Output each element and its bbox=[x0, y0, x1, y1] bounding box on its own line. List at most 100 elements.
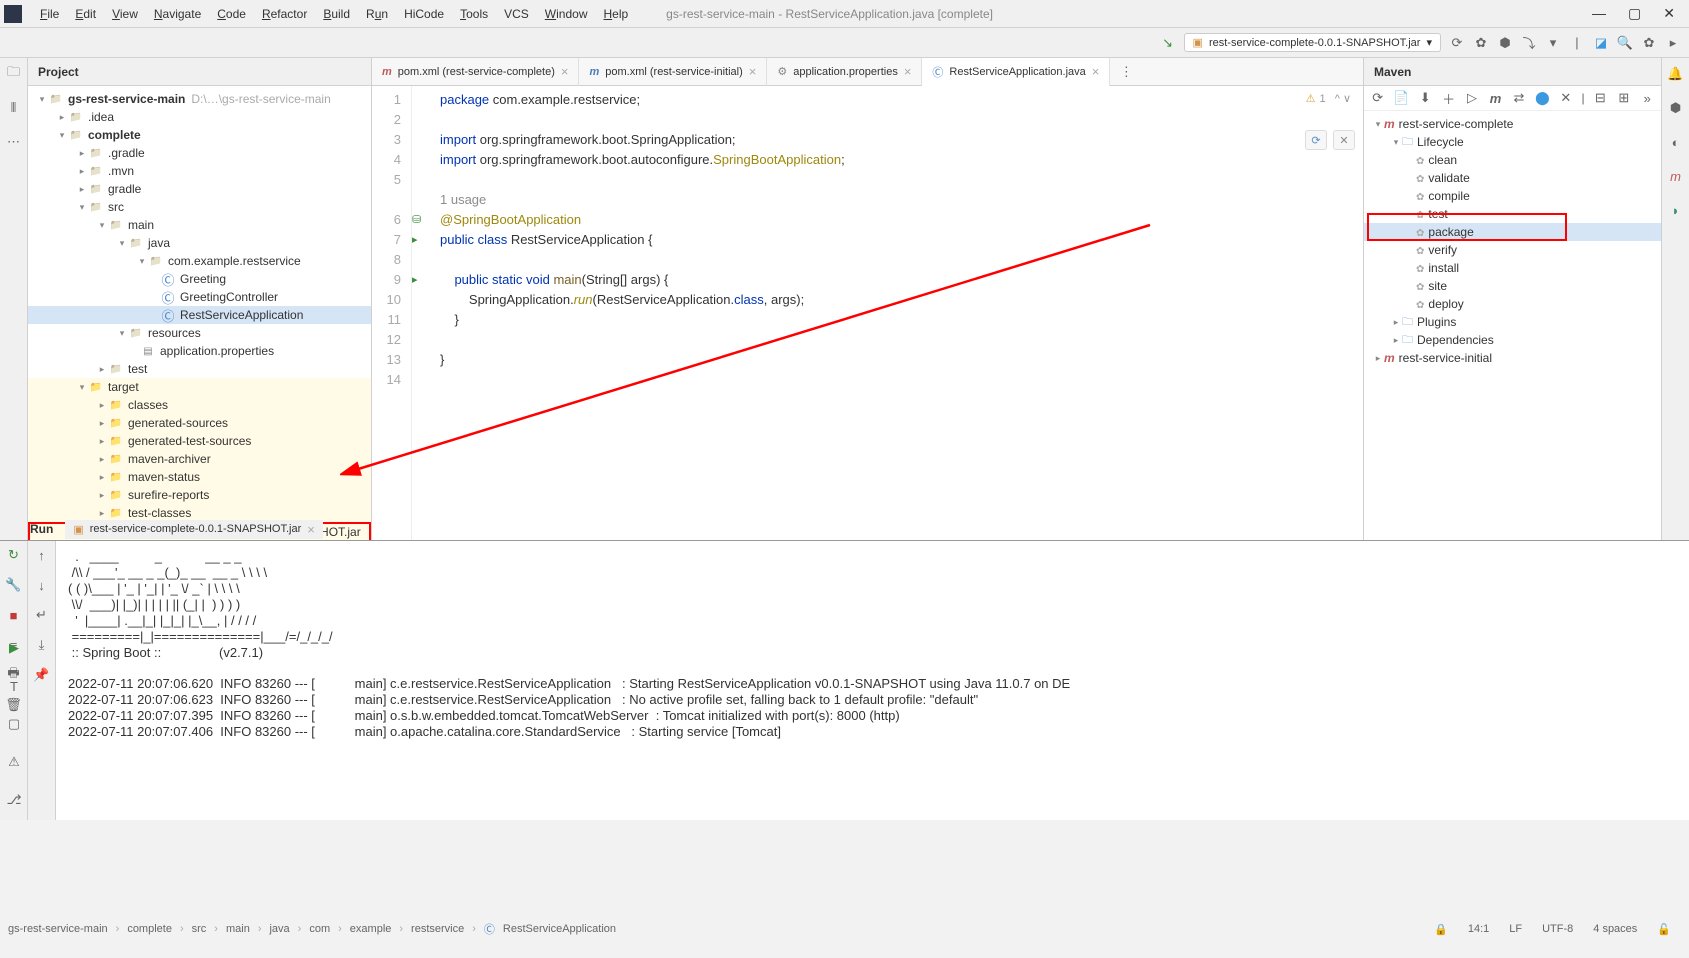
menu-file[interactable]: File bbox=[32, 3, 67, 25]
tab-pom-initial[interactable]: mpom.xml (rest-service-initial)× bbox=[579, 58, 767, 86]
menu-view[interactable]: View bbox=[104, 3, 146, 25]
tree-pkg[interactable]: ▾com.example.restservice bbox=[28, 252, 371, 270]
tree-surefire[interactable]: ▸surefire-reports bbox=[28, 486, 371, 504]
tab-menu-icon[interactable]: ⋮ bbox=[1118, 64, 1134, 80]
offline-icon[interactable]: ⬤ bbox=[1535, 90, 1550, 106]
tree-root[interactable]: ▾gs-rest-service-mainD:\…\gs-rest-servic… bbox=[28, 90, 371, 108]
tree-appprops[interactable]: application.properties bbox=[28, 342, 371, 360]
tree-gradle[interactable]: ▸.gradle bbox=[28, 144, 371, 162]
wrap-icon[interactable]: ↵ bbox=[34, 607, 50, 623]
run-line-icon[interactable]: ▸ bbox=[412, 230, 432, 250]
terminal-icon[interactable]: ▢ bbox=[6, 716, 22, 732]
tree-gradle2[interactable]: ▸gradle bbox=[28, 180, 371, 198]
menu-navigate[interactable]: Navigate bbox=[146, 3, 209, 25]
maven-compile[interactable]: compile bbox=[1364, 187, 1661, 205]
m-icon[interactable]: m bbox=[1668, 168, 1684, 184]
tab-restapp[interactable]: ⒸRestServiceApplication.java× bbox=[922, 58, 1110, 86]
tree-main[interactable]: ▾main bbox=[28, 216, 371, 234]
notifications-icon[interactable]: 🔔 bbox=[1668, 66, 1684, 82]
reload-icon[interactable]: ⟳ bbox=[1370, 90, 1385, 106]
menu-code[interactable]: Code bbox=[209, 3, 254, 25]
console-output[interactable]: . ____ _ __ _ _ /\\ / ___'_ __ _ _(_)_ _… bbox=[56, 541, 1689, 820]
maven-validate[interactable]: validate bbox=[1364, 169, 1661, 187]
tree-mvnstat[interactable]: ▸maven-status bbox=[28, 468, 371, 486]
down-icon[interactable]: ↓ bbox=[34, 577, 50, 593]
close-hint-icon[interactable]: ✕ bbox=[1333, 130, 1355, 150]
profile-icon[interactable]: ⤵ bbox=[1521, 35, 1537, 51]
run-config-selector[interactable]: ▣ rest-service-complete-0.0.1-SNAPSHOT.j… bbox=[1184, 33, 1441, 52]
m-icon[interactable]: m bbox=[1488, 90, 1503, 106]
reload-icon[interactable]: ⟳ bbox=[1305, 130, 1327, 150]
pin-icon[interactable]: 📌 bbox=[34, 667, 50, 683]
add-icon[interactable]: ＋ bbox=[1441, 90, 1456, 106]
maven-panel-header[interactable]: Maven bbox=[1364, 58, 1661, 86]
maven-test[interactable]: test bbox=[1364, 205, 1661, 223]
maven-root[interactable]: ▾mrest-service-complete bbox=[1364, 115, 1661, 133]
db-icon[interactable]: ⬢ bbox=[1668, 100, 1684, 116]
gradle-icon[interactable]: ◐ bbox=[1668, 134, 1684, 150]
sync-icon[interactable]: ⟳ bbox=[1449, 35, 1465, 51]
minimize-button[interactable]: — bbox=[1592, 5, 1606, 22]
close-icon[interactable]: × bbox=[561, 64, 569, 79]
tab-pom-complete[interactable]: mpom.xml (rest-service-complete)× bbox=[372, 58, 579, 86]
todo-icon[interactable]: T bbox=[6, 678, 22, 694]
tree-resources[interactable]: ▾resources bbox=[28, 324, 371, 342]
more-icon[interactable]: » bbox=[1640, 90, 1655, 106]
menu-refactor[interactable]: Refactor bbox=[254, 3, 315, 25]
readonly-icon[interactable]: 🔓 bbox=[1653, 923, 1675, 936]
stop-icon[interactable]: ■ bbox=[6, 607, 22, 623]
close-icon[interactable]: × bbox=[307, 522, 315, 537]
hammer-icon[interactable]: ↘ bbox=[1160, 35, 1176, 51]
tree-greetingctrl[interactable]: GreetingController bbox=[28, 288, 371, 306]
indent[interactable]: 4 spaces bbox=[1589, 923, 1641, 936]
menu-build[interactable]: Build bbox=[315, 3, 358, 25]
vcs-icon[interactable]: ⎇ bbox=[6, 792, 22, 808]
line-ending[interactable]: LF bbox=[1505, 923, 1526, 936]
tool1-icon[interactable]: ◪ bbox=[1593, 35, 1609, 51]
tree-java[interactable]: ▾java bbox=[28, 234, 371, 252]
maven-lifecycle[interactable]: ▾Lifecycle bbox=[1364, 133, 1661, 151]
tree-test[interactable]: ▸test bbox=[28, 360, 371, 378]
run-tool-icon[interactable]: ▶ bbox=[6, 640, 22, 656]
collapse-icon[interactable]: ⊟ bbox=[1593, 90, 1608, 106]
maven-site[interactable]: site bbox=[1364, 277, 1661, 295]
maven-initial[interactable]: ▸mrest-service-initial bbox=[1364, 349, 1661, 367]
more-tool-icon[interactable]: ⋯ bbox=[6, 134, 22, 150]
menu-tools[interactable]: Tools bbox=[452, 3, 496, 25]
maven-clean[interactable]: clean bbox=[1364, 151, 1661, 169]
close-icon[interactable]: × bbox=[749, 64, 757, 79]
expand-icon[interactable]: ⊞ bbox=[1616, 90, 1631, 106]
code-editor[interactable]: ⚠1 ^ ∨ ⟳ ✕ 1 2 3 4 5 6 7 8 9 10 11 12 13 bbox=[372, 86, 1363, 540]
tree-classes[interactable]: ▸classes bbox=[28, 396, 371, 414]
encoding[interactable]: UTF-8 bbox=[1538, 923, 1577, 936]
tree-restapp[interactable]: RestServiceApplication bbox=[28, 306, 371, 324]
tree-idea[interactable]: ▸.idea bbox=[28, 108, 371, 126]
run-tab[interactable]: ▣rest-service-complete-0.0.1-SNAPSHOT.ja… bbox=[65, 520, 323, 539]
tree-mvn[interactable]: ▸.mvn bbox=[28, 162, 371, 180]
menu-vcs[interactable]: VCS bbox=[496, 3, 537, 25]
close-icon[interactable]: × bbox=[904, 64, 912, 79]
download-icon[interactable]: ⬇ bbox=[1417, 90, 1432, 106]
run-main-icon[interactable]: ▸ bbox=[412, 270, 432, 290]
navigation-bar[interactable]: gs-rest-service-main› complete› src› mai… bbox=[4, 920, 1685, 938]
run-icon[interactable]: ▷ bbox=[1464, 90, 1479, 106]
lock-icon[interactable]: 🔒 bbox=[1430, 923, 1452, 936]
tree-complete[interactable]: ▾complete bbox=[28, 126, 371, 144]
stop-icon[interactable]: ▾ bbox=[1545, 35, 1561, 51]
structure-tool-icon[interactable]: ⦀ bbox=[6, 100, 22, 116]
problems-icon[interactable]: ⚠ bbox=[6, 754, 22, 770]
maven-deps[interactable]: ▸Dependencies bbox=[1364, 331, 1661, 349]
scroll-icon[interactable]: ⤓ bbox=[34, 637, 50, 653]
menu-window[interactable]: Window bbox=[537, 3, 596, 25]
wrench-icon[interactable]: 🔧 bbox=[6, 577, 22, 593]
tree-gensrc[interactable]: ▸generated-sources bbox=[28, 414, 371, 432]
project-panel-header[interactable]: Project bbox=[28, 58, 371, 86]
maven-package[interactable]: package bbox=[1364, 223, 1661, 241]
menu-help[interactable]: Help bbox=[595, 3, 636, 25]
p-icon[interactable]: ◗ bbox=[1668, 202, 1684, 218]
menu-edit[interactable]: Edit bbox=[67, 3, 104, 25]
settings-icon[interactable]: ✿ bbox=[1641, 35, 1657, 51]
maven-tree[interactable]: ▾mrest-service-complete ▾Lifecycle clean… bbox=[1364, 111, 1661, 540]
tree-mvnarch[interactable]: ▸maven-archiver bbox=[28, 450, 371, 468]
maven-deploy[interactable]: deploy bbox=[1364, 295, 1661, 313]
